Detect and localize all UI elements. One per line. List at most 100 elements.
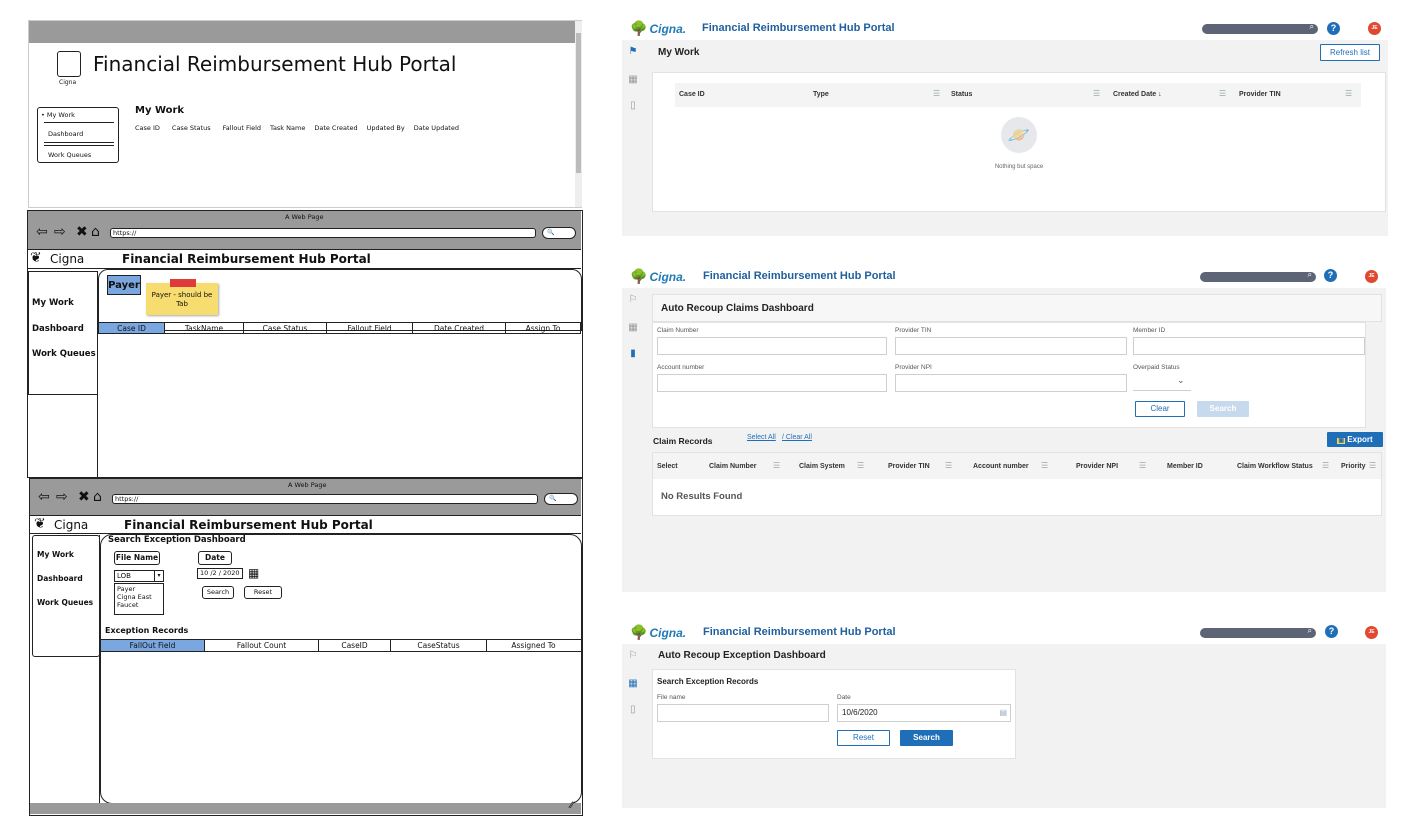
- date-input[interactable]: 10 /2 / 2020: [197, 568, 243, 579]
- avatar[interactable]: JE: [1365, 270, 1378, 283]
- document-icon[interactable]: ▯: [627, 704, 639, 715]
- tab-payer[interactable]: Payer: [107, 275, 141, 295]
- file-name-button[interactable]: File Name: [114, 551, 160, 565]
- col-fallout-field[interactable]: Fallout Field: [327, 323, 413, 333]
- clear-button[interactable]: Clear: [1135, 401, 1185, 417]
- reset-button[interactable]: Reset: [837, 730, 890, 746]
- help-icon[interactable]: ?: [1327, 22, 1340, 35]
- filter-icon[interactable]: ☰: [933, 89, 940, 98]
- search-input[interactable]: ⌕: [1200, 626, 1316, 638]
- scrollbar[interactable]: [575, 21, 582, 207]
- nav-dashboard[interactable]: Dashboard: [32, 324, 84, 334]
- nav-my-work[interactable]: • My Work: [41, 111, 75, 119]
- col-member-id[interactable]: Member ID: [1167, 463, 1203, 470]
- nav-work-queues[interactable]: Work Queues: [48, 151, 91, 159]
- grid-icon[interactable]: ▦: [627, 678, 639, 689]
- filter-icon[interactable]: ☰: [857, 461, 864, 470]
- search-pill[interactable]: 🔍: [544, 493, 578, 505]
- search-button[interactable]: Search: [1197, 401, 1249, 417]
- claim-number-input[interactable]: [657, 337, 887, 355]
- col-select[interactable]: Select: [657, 463, 678, 470]
- search-button[interactable]: Search: [900, 730, 953, 746]
- col-claim-workflow-status[interactable]: Claim Workflow Status: [1237, 463, 1313, 470]
- grid-icon[interactable]: ▦: [627, 322, 639, 333]
- forward-icon[interactable]: ⇨: [56, 489, 68, 505]
- col-fallout-count[interactable]: Fallout Count: [205, 640, 319, 651]
- help-icon[interactable]: ?: [1325, 625, 1338, 638]
- nav-work-queues[interactable]: Work Queues: [32, 349, 96, 359]
- document-icon[interactable]: ▮: [627, 348, 639, 359]
- resize-grip-icon[interactable]: ⁄⁄: [570, 801, 573, 811]
- lob-option[interactable]: Cigna East: [117, 593, 163, 601]
- home-icon[interactable]: ⌂: [93, 489, 102, 505]
- col-assigned-to[interactable]: Assigned To: [487, 640, 580, 651]
- export-button[interactable]: ▣ Export: [1327, 432, 1383, 447]
- avatar[interactable]: JE: [1368, 22, 1381, 35]
- lob-select[interactable]: LOB ▾: [114, 570, 164, 582]
- search-pill[interactable]: 🔍: [542, 227, 576, 239]
- nav-my-work[interactable]: My Work: [32, 298, 74, 308]
- filter-icon[interactable]: ☰: [1345, 89, 1352, 98]
- account-number-input[interactable]: [657, 374, 887, 392]
- filter-icon[interactable]: ☰: [1219, 89, 1226, 98]
- flag-icon[interactable]: ⚐: [627, 650, 639, 661]
- help-icon[interactable]: ?: [1324, 269, 1337, 282]
- lob-option[interactable]: Faucet: [117, 601, 163, 609]
- grid-icon[interactable]: ▦: [627, 74, 639, 85]
- col-date-created[interactable]: Date Created: [413, 323, 506, 333]
- filter-icon[interactable]: ☰: [1139, 461, 1146, 470]
- lob-option[interactable]: Payer: [117, 585, 163, 593]
- flag-icon[interactable]: ⚑: [627, 46, 639, 57]
- col-case-id[interactable]: Case ID: [99, 323, 165, 333]
- col-type[interactable]: Type: [813, 91, 829, 98]
- search-input[interactable]: ⌕: [1202, 22, 1318, 34]
- reset-button[interactable]: Reset: [244, 586, 282, 599]
- url-bar[interactable]: https://: [112, 494, 538, 504]
- url-bar[interactable]: https://: [110, 228, 536, 238]
- col-claim-number[interactable]: Claim Number: [709, 463, 756, 470]
- col-caseid[interactable]: CaseID: [319, 640, 391, 651]
- filter-icon[interactable]: ☰: [1322, 461, 1329, 470]
- filter-icon[interactable]: ☰: [945, 461, 952, 470]
- overpaid-status-select[interactable]: ⌄: [1133, 373, 1191, 391]
- filter-icon[interactable]: ☰: [773, 461, 780, 470]
- close-icon[interactable]: ✖: [78, 489, 90, 505]
- col-taskname[interactable]: TaskName: [165, 323, 244, 333]
- nav-dashboard[interactable]: Dashboard: [48, 130, 83, 138]
- back-icon[interactable]: ⇦: [38, 489, 50, 505]
- col-priority[interactable]: Priority: [1341, 463, 1366, 470]
- back-icon[interactable]: ⇦: [36, 224, 48, 240]
- col-account-number[interactable]: Account number: [973, 463, 1029, 470]
- avatar[interactable]: JE: [1365, 626, 1378, 639]
- col-fallout-field[interactable]: FallOut Field: [101, 640, 205, 651]
- file-name-input[interactable]: [657, 704, 829, 722]
- col-assign-to[interactable]: Assign To: [506, 323, 580, 333]
- col-provider-tin[interactable]: Provider TIN: [1239, 91, 1281, 98]
- provider-npi-input[interactable]: [895, 374, 1127, 392]
- clear-all-link[interactable]: / Clear All: [782, 434, 812, 441]
- document-icon[interactable]: ▯: [627, 100, 639, 111]
- date-input[interactable]: 10/6/2020 ▤: [837, 704, 1011, 722]
- filter-icon[interactable]: ☰: [1369, 461, 1376, 470]
- search-button[interactable]: Search: [202, 586, 234, 599]
- col-claim-system[interactable]: Claim System: [799, 463, 845, 470]
- flag-icon[interactable]: ⚐: [627, 294, 639, 305]
- close-icon[interactable]: ✖: [76, 224, 88, 240]
- calendar-icon[interactable]: ▤: [999, 705, 1007, 721]
- col-created-date[interactable]: Created Date ↓: [1113, 91, 1162, 98]
- filter-icon[interactable]: ☰: [1041, 461, 1048, 470]
- col-provider-tin[interactable]: Provider TIN: [888, 463, 930, 470]
- col-case-status[interactable]: Case Status: [244, 323, 327, 333]
- home-icon[interactable]: ⌂: [91, 224, 100, 240]
- calendar-icon[interactable]: ▦: [248, 566, 259, 580]
- col-status[interactable]: Status: [951, 91, 972, 98]
- select-all-link[interactable]: Select All: [747, 434, 776, 441]
- col-case-id[interactable]: Case ID: [679, 91, 705, 98]
- filter-icon[interactable]: ☰: [1093, 89, 1100, 98]
- col-casestatus[interactable]: CaseStatus: [391, 640, 487, 651]
- forward-icon[interactable]: ⇨: [54, 224, 66, 240]
- col-provider-npi[interactable]: Provider NPI: [1076, 463, 1118, 470]
- refresh-list-button[interactable]: Refresh list: [1320, 44, 1380, 61]
- member-id-input[interactable]: [1133, 337, 1365, 355]
- search-input[interactable]: ⌕: [1200, 270, 1316, 282]
